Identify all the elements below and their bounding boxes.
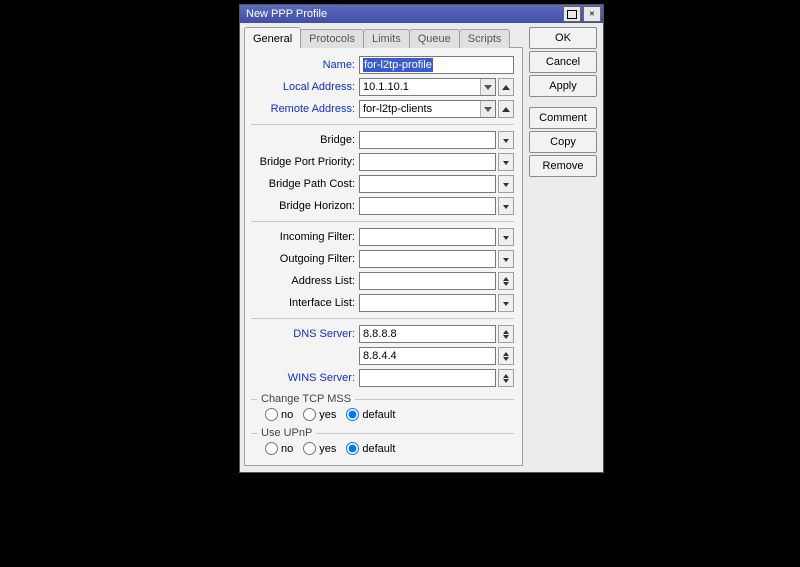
upnp-radio-no[interactable]: no [265,442,293,455]
interface-list-expand-button[interactable] [498,294,514,312]
close-button[interactable] [583,6,601,22]
right-buttons: OK Cancel Apply Comment Copy Remove [529,27,597,466]
bridge-path-cost-expand-button[interactable] [498,175,514,193]
bridge-select[interactable] [359,131,496,149]
upnp-radio-default[interactable]: default [346,442,395,455]
label-outgoing-filter: Outgoing Filter: [251,253,359,265]
group-use-upnp: Use UPnP no yes default [251,427,514,457]
row-wins-server: WINS Server: [251,367,514,389]
row-bridge-path-cost: Bridge Path Cost: [251,173,514,195]
tab-general[interactable]: General [244,27,301,48]
tab-protocols[interactable]: Protocols [300,29,364,48]
ppp-profile-window: New PPP Profile General Protocols Limits… [239,4,604,473]
comment-button[interactable]: Comment [529,107,597,129]
wins-server-spinner-button[interactable] [498,369,514,387]
chevron-down-icon[interactable] [480,101,495,117]
label-bridge-horizon: Bridge Horizon: [251,200,359,212]
label-wins-server: WINS Server: [251,372,359,384]
bridge-path-cost-input[interactable] [359,175,496,193]
outgoing-filter-expand-button[interactable] [498,250,514,268]
outgoing-filter-select[interactable] [359,250,496,268]
dns-server-2-input[interactable]: 8.8.4.4 [359,347,496,365]
titlebar[interactable]: New PPP Profile [240,5,603,23]
remove-button[interactable]: Remove [529,155,597,177]
label-use-upnp: Use UPnP [261,427,312,439]
row-remote-address: Remote Address: for-l2tp-clients [251,98,514,120]
ok-button[interactable]: OK [529,27,597,49]
remote-address-collapse-button[interactable] [498,100,514,118]
separator [251,318,514,319]
row-address-list: Address List: [251,270,514,292]
bridge-horizon-expand-button[interactable] [498,197,514,215]
label-incoming-filter: Incoming Filter: [251,231,359,243]
mss-radio-no[interactable]: no [265,408,293,421]
label-local-address: Local Address: [251,81,359,93]
remote-address-select[interactable]: for-l2tp-clients [359,100,496,118]
label-interface-list: Interface List: [251,297,359,309]
label-change-tcp-mss: Change TCP MSS [261,393,351,405]
label-address-list: Address List: [251,275,359,287]
row-interface-list: Interface List: [251,292,514,314]
local-address-collapse-button[interactable] [498,78,514,96]
interface-list-select[interactable] [359,294,496,312]
window-body: General Protocols Limits Queue Scripts N… [240,23,603,472]
mss-radio-yes[interactable]: yes [303,408,336,421]
bridge-port-priority-input[interactable] [359,153,496,171]
label-bridge: Bridge: [251,134,359,146]
row-bridge-horizon: Bridge Horizon: [251,195,514,217]
maximize-button[interactable] [563,6,581,22]
dns-server-1-input[interactable]: 8.8.8.8 [359,325,496,343]
apply-button[interactable]: Apply [529,75,597,97]
tab-limits[interactable]: Limits [363,29,410,48]
panel-general: Name: for-l2tp-profile Local Address: 10… [244,47,523,466]
mss-radio-default[interactable]: default [346,408,395,421]
row-name: Name: for-l2tp-profile [251,54,514,76]
row-incoming-filter: Incoming Filter: [251,226,514,248]
chevron-down-icon[interactable] [480,79,495,95]
label-dns-server: DNS Server: [251,328,359,340]
wins-server-input[interactable] [359,369,496,387]
tabs: General Protocols Limits Queue Scripts [244,27,523,48]
separator [251,124,514,125]
group-change-tcp-mss: Change TCP MSS no yes default [251,393,514,423]
label-remote-address: Remote Address: [251,103,359,115]
incoming-filter-select[interactable] [359,228,496,246]
bridge-port-priority-expand-button[interactable] [498,153,514,171]
left-pane: General Protocols Limits Queue Scripts N… [244,27,523,466]
label-bridge-port-priority: Bridge Port Priority: [251,156,359,168]
tab-queue[interactable]: Queue [409,29,460,48]
separator [251,221,514,222]
upnp-radio-yes[interactable]: yes [303,442,336,455]
bridge-horizon-input[interactable] [359,197,496,215]
row-dns-server-1: DNS Server: 8.8.8.8 [251,323,514,345]
window-title: New PPP Profile [246,8,561,20]
row-dns-server-2: 8.8.4.4 [251,345,514,367]
cancel-button[interactable]: Cancel [529,51,597,73]
dns-server-1-spinner-button[interactable] [498,325,514,343]
local-address-select[interactable]: 10.1.10.1 [359,78,496,96]
row-outgoing-filter: Outgoing Filter: [251,248,514,270]
name-input[interactable]: for-l2tp-profile [359,56,514,74]
copy-button[interactable]: Copy [529,131,597,153]
button-spacer [529,99,597,105]
dns-server-2-spinner-button[interactable] [498,347,514,365]
bridge-expand-button[interactable] [498,131,514,149]
label-bridge-path-cost: Bridge Path Cost: [251,178,359,190]
row-bridge: Bridge: [251,129,514,151]
tab-scripts[interactable]: Scripts [459,29,511,48]
address-list-input[interactable] [359,272,496,290]
incoming-filter-expand-button[interactable] [498,228,514,246]
label-name: Name: [251,59,359,71]
row-local-address: Local Address: 10.1.10.1 [251,76,514,98]
row-bridge-port-priority: Bridge Port Priority: [251,151,514,173]
address-list-spinner-button[interactable] [498,272,514,290]
